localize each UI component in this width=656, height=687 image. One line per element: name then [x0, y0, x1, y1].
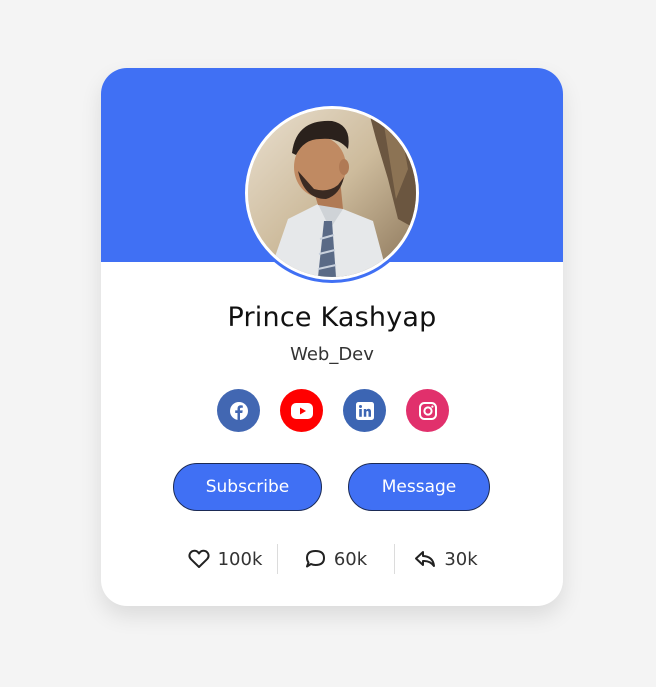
youtube-icon: [290, 402, 313, 419]
shares-stat[interactable]: 30k: [395, 549, 497, 570]
comment-icon: [305, 550, 325, 568]
share-icon: [415, 551, 436, 567]
profile-job: Web_Dev: [290, 344, 374, 365]
comments-stat[interactable]: 60k: [278, 549, 394, 570]
stats-bar: 100k 60k 30k: [173, 542, 497, 576]
youtube-link[interactable]: [280, 389, 323, 432]
avatar-photo: [248, 109, 416, 277]
comments-count: 60k: [333, 548, 368, 570]
message-button[interactable]: Message: [348, 463, 490, 511]
avatar-ring: [242, 103, 422, 283]
likes-count: 100k: [217, 548, 263, 570]
profile-card: Prince Kashyap Web_Dev Subscribe Message…: [101, 68, 563, 606]
linkedin-icon: [355, 401, 374, 420]
facebook-link[interactable]: [217, 389, 260, 432]
social-links: [217, 389, 449, 432]
profile-name: Prince Kashyap: [227, 302, 437, 333]
shares-count: 30k: [444, 548, 478, 570]
linkedin-link[interactable]: [343, 389, 386, 432]
likes-stat[interactable]: 100k: [173, 549, 277, 570]
heart-icon: [188, 549, 210, 568]
avatar: [245, 106, 419, 280]
instagram-link[interactable]: [406, 389, 449, 432]
action-buttons: Subscribe Message: [173, 463, 490, 511]
subscribe-button[interactable]: Subscribe: [173, 463, 322, 511]
instagram-icon: [418, 401, 437, 420]
facebook-icon: [229, 401, 248, 420]
